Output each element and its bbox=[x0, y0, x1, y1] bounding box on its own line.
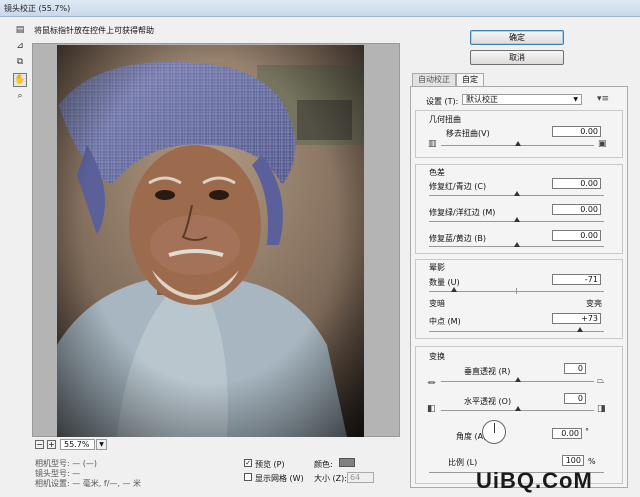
chromatic-title: 色差 bbox=[429, 168, 445, 177]
blue-yellow-label: 修复蓝/黄边 (B) bbox=[429, 234, 486, 243]
move-grid-tool-icon[interactable]: ⧉ bbox=[13, 55, 27, 69]
pincushion-icon: ▥ bbox=[428, 139, 437, 149]
red-cyan-slider-handle[interactable] bbox=[513, 191, 520, 196]
watermark: UiBQ.CoM bbox=[476, 468, 593, 493]
remove-distortion-input[interactable]: 0.00 bbox=[552, 126, 601, 137]
portrait-photo bbox=[57, 45, 364, 437]
horizontal-perspective-slider-handle[interactable] bbox=[514, 406, 521, 411]
vignette-title: 晕影 bbox=[429, 263, 445, 272]
green-magenta-input[interactable]: 0.00 bbox=[552, 204, 601, 215]
zoom-level-field[interactable]: 55.7% bbox=[60, 439, 95, 450]
vignette-amount-input[interactable]: -71 bbox=[552, 274, 601, 285]
remove-distortion-slider-handle[interactable] bbox=[514, 141, 521, 146]
tab-custom[interactable]: 自定 bbox=[456, 73, 484, 86]
barrel-icon: ▣ bbox=[598, 139, 607, 149]
camera-settings-row: 相机设置: — 毫米, f/—, — 米 bbox=[35, 479, 142, 488]
horizontal-perspective-label: 水平透视 (O) bbox=[464, 397, 512, 406]
angle-dial[interactable] bbox=[482, 420, 506, 444]
help-hint: 将鼠标指针放在控件上可获得帮助 bbox=[34, 26, 154, 35]
show-grid-checkbox[interactable] bbox=[244, 473, 252, 481]
scale-label: 比例 (L) bbox=[448, 458, 478, 467]
angle-input[interactable]: 0.00 bbox=[552, 428, 582, 439]
cancel-button[interactable]: 取消 bbox=[470, 50, 564, 65]
zoom-in-button[interactable]: + bbox=[47, 440, 56, 449]
lighten-label: 变亮 bbox=[586, 299, 602, 308]
angle-unit: ° bbox=[585, 427, 589, 436]
angle-dial-pointer bbox=[494, 423, 495, 433]
vignette-midpoint-label: 中点 (M) bbox=[429, 317, 461, 326]
horizontal-perspective-input[interactable]: 0 bbox=[564, 393, 586, 404]
zoom-out-button[interactable]: − bbox=[35, 440, 44, 449]
vignette-amount-center-tick bbox=[516, 288, 517, 294]
vignette-midpoint-slider-handle[interactable] bbox=[576, 327, 583, 332]
scale-unit: % bbox=[588, 457, 596, 466]
geometric-title: 几何扭曲 bbox=[429, 115, 461, 124]
size-label: 大小 (Z): bbox=[314, 474, 347, 483]
vignette-amount-slider-handle[interactable] bbox=[450, 287, 457, 292]
vertical-perspective-slider-handle[interactable] bbox=[514, 377, 521, 382]
settings-menu-icon[interactable]: ▾≡ bbox=[597, 94, 609, 104]
red-cyan-label: 修复红/青边 (C) bbox=[429, 182, 487, 191]
show-grid-label: 显示网格 (W) bbox=[255, 474, 304, 483]
transform-title: 变换 bbox=[429, 352, 445, 361]
settings-label: 设置 (T): bbox=[426, 97, 459, 106]
zoom-tool-icon[interactable]: ⌕ bbox=[13, 89, 27, 103]
scale-input[interactable]: 100 bbox=[562, 455, 584, 466]
horizontal-perspective-left-icon: ◧ bbox=[427, 404, 436, 414]
chevron-down-icon: ▼ bbox=[573, 96, 578, 103]
grid-size-field[interactable]: 64 bbox=[347, 472, 374, 483]
tab-auto-correction[interactable]: 自动校正 bbox=[412, 73, 456, 86]
ok-button[interactable]: 确定 bbox=[470, 30, 564, 45]
remove-distortion-tool-icon[interactable]: ▤ bbox=[13, 23, 27, 37]
green-magenta-slider-handle[interactable] bbox=[513, 217, 520, 222]
green-magenta-label: 修复绿/洋红边 (M) bbox=[429, 208, 496, 217]
color-label: 颜色: bbox=[314, 460, 333, 469]
title-bar: 镜头校正 (55.7%) bbox=[0, 0, 640, 17]
vertical-perspective-label: 垂直透视 (R) bbox=[464, 367, 511, 376]
red-cyan-input[interactable]: 0.00 bbox=[552, 178, 601, 189]
vignette-midpoint-input[interactable]: +73 bbox=[552, 313, 601, 324]
hand-tool-icon[interactable]: ✋ bbox=[13, 73, 27, 87]
remove-distortion-label: 移去扭曲(V) bbox=[446, 129, 490, 138]
vertical-perspective-right-icon: ⏢ bbox=[597, 376, 605, 386]
darken-label: 变暗 bbox=[429, 299, 445, 308]
grid-color-swatch[interactable] bbox=[339, 458, 355, 467]
vertical-perspective-left-icon: ⏛ bbox=[427, 379, 437, 389]
blue-yellow-input[interactable]: 0.00 bbox=[552, 230, 601, 241]
straighten-tool-icon[interactable]: ⊿ bbox=[13, 39, 27, 53]
settings-select[interactable]: 默认校正 ▼ bbox=[462, 94, 582, 105]
window-title: 镜头校正 (55.7%) bbox=[4, 4, 71, 13]
zoom-dropdown-chevron-down-icon[interactable]: ▼ bbox=[96, 439, 107, 450]
preview-checkbox[interactable]: ✓ bbox=[244, 459, 252, 467]
vertical-perspective-input[interactable]: 0 bbox=[564, 363, 586, 374]
horizontal-perspective-right-icon: ◨ bbox=[597, 404, 606, 414]
blue-yellow-slider-handle[interactable] bbox=[513, 242, 520, 247]
settings-select-value: 默认校正 bbox=[466, 95, 498, 104]
preview-label: 预览 (P) bbox=[255, 460, 285, 469]
